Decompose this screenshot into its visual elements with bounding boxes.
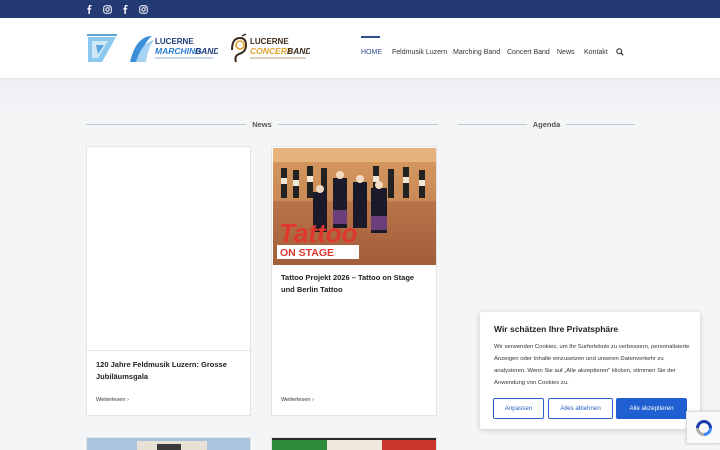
post-card-partial[interactable]	[86, 437, 251, 450]
news-section-heading: News	[86, 117, 438, 131]
nav-marching-band[interactable]: Marching Band	[453, 45, 500, 59]
post-image[interactable]: Tattoo ON STAGE	[273, 148, 436, 265]
post-image-placeholder[interactable]	[87, 147, 250, 351]
page-title-bar	[0, 79, 720, 119]
facebook-icon[interactable]	[119, 3, 131, 15]
instagram-icon[interactable]	[137, 3, 149, 15]
chevron-right-icon: ›	[127, 397, 129, 403]
image-text-on-stage: ON STAGE	[280, 247, 334, 259]
marching-logo-text-3: BAND	[195, 46, 218, 56]
divider	[277, 123, 438, 125]
site-header: LUCERNE MARCHING BAND LUCERNE CONCERT BA…	[0, 18, 720, 79]
top-bar	[0, 0, 720, 18]
facebook-icon[interactable]	[83, 3, 95, 15]
chevron-right-icon: ›	[312, 397, 314, 403]
image-text-tattoo: Tattoo	[279, 218, 358, 248]
post-card-partial[interactable]	[271, 437, 437, 450]
search-icon[interactable]	[616, 45, 624, 59]
marching-band-logo[interactable]: LUCERNE MARCHING BAND	[128, 32, 220, 66]
post-card[interactable]: Tattoo ON STAGE Tattoo Projekt 2026 – Ta…	[271, 146, 437, 416]
news-title: News	[252, 119, 272, 129]
cookie-title: Wir schätzen Ihre Privatsphäre	[494, 324, 619, 334]
concert-logo-text-3: BAND	[287, 46, 310, 56]
read-more-link[interactable]: Weiterlesen ›	[96, 397, 129, 403]
nav-kontakt[interactable]: Kontakt	[584, 45, 608, 59]
post-card[interactable]: 120 Jahre Feldmusik Luzern: Grosse Jubil…	[86, 146, 251, 416]
cookie-consent-banner: Wir schätzen Ihre Privatsphäre Wir verwe…	[480, 312, 700, 429]
feldmusik-logo[interactable]	[86, 32, 118, 64]
nav-home[interactable]: HOME	[361, 45, 382, 59]
customize-button[interactable]: Anpassen	[493, 398, 544, 419]
reject-all-button[interactable]: Alles ablehnen	[548, 398, 613, 419]
marching-logo-text-1: LUCERNE	[155, 37, 194, 46]
agenda-section-heading: Agenda	[458, 117, 636, 131]
post-title[interactable]: Tattoo Projekt 2026 – Tattoo on Stage un…	[281, 272, 429, 295]
cookie-text: Wir verwenden Cookies, um Ihr Surferlebn…	[494, 344, 690, 386]
divider	[458, 123, 527, 125]
nav-concert-band[interactable]: Concert Band	[507, 45, 550, 59]
read-more-label: Weiterlesen	[281, 397, 311, 403]
recaptcha-badge[interactable]	[686, 411, 720, 444]
agenda-title: Agenda	[532, 119, 561, 129]
concert-band-logo[interactable]: LUCERNE CONCERT BAND	[228, 32, 312, 66]
divider	[566, 123, 636, 125]
divider	[86, 123, 247, 125]
post-title[interactable]: 120 Jahre Feldmusik Luzern: Grosse Jubil…	[96, 359, 244, 382]
read-more-link[interactable]: Weiterlesen ›	[281, 397, 314, 403]
nav-news[interactable]: News	[557, 45, 575, 59]
accept-all-button[interactable]: Alle akzeptieren	[616, 398, 687, 419]
nav-feldmusik-luzern[interactable]: Feldmusik Luzern	[392, 45, 447, 59]
active-nav-indicator	[361, 36, 380, 38]
recaptcha-icon	[695, 419, 712, 436]
concert-logo-text-1: LUCERNE	[250, 37, 289, 46]
instagram-icon[interactable]	[101, 3, 113, 15]
read-more-label: Weiterlesen	[96, 397, 126, 403]
